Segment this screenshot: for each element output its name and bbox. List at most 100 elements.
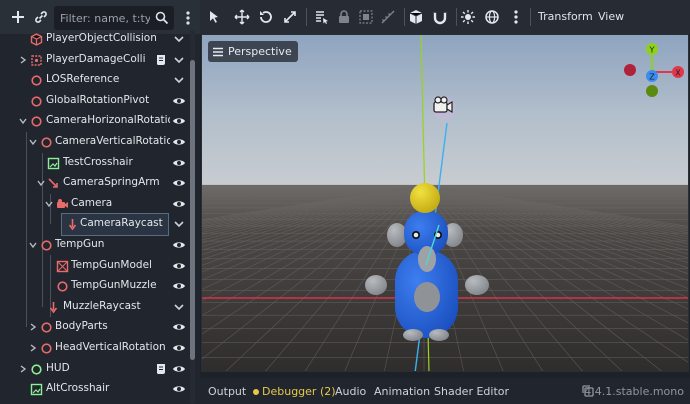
eye-icon[interactable] [172,114,186,128]
eye-icon[interactable] [172,320,186,334]
tree-node-player-object-collision[interactable]: PlayerObjectCollision [4,29,190,50]
transform-menu[interactable]: Transform [538,10,593,23]
node3d-icon [41,343,52,354]
snap-button[interactable] [430,7,450,27]
expand-arrow-icon[interactable] [28,343,38,353]
collapse-arrow-icon[interactable] [36,178,46,188]
raycast-icon [49,301,58,314]
3d-viewport[interactable]: Y X Z Perspective [201,34,689,372]
scale-mode-button[interactable] [280,7,300,27]
debugger-status-dot [253,389,259,395]
tree-node-label: AltCrosshair [46,382,110,395]
ruler-button[interactable] [378,7,398,27]
expand-arrow-icon[interactable] [18,364,28,374]
filter-input[interactable] [54,11,150,25]
eye-icon[interactable] [172,94,186,108]
eye-icon[interactable] [172,279,186,293]
eye-icon[interactable] [172,238,186,252]
tree-node-label: TempGunModel [71,258,152,271]
group-button[interactable] [356,7,376,27]
mesh-instance-icon [56,260,69,272]
script-icon[interactable] [154,362,168,376]
move-mode-button[interactable] [232,7,252,27]
filter-box [54,6,174,30]
control-node-icon [31,363,42,375]
tree-node-global-rotation-pivot[interactable]: GlobalRotationPivot [4,91,190,112]
tree-node-label: Camera [71,196,113,209]
collapse-arrow-icon[interactable] [44,199,54,209]
perspective-menu-button[interactable]: Perspective [208,41,298,62]
eye-icon[interactable] [172,362,186,376]
instantiate-scene-button[interactable] [30,6,52,28]
tab-audio[interactable]: Audio [335,385,366,398]
view-menu[interactable]: View [598,10,624,23]
eye-icon[interactable] [172,259,186,273]
tree-scrollbar[interactable] [190,30,195,404]
eye-icon[interactable] [172,176,186,190]
expand-arrow-icon[interactable] [18,55,28,65]
tree-node-muzzle-raycast[interactable]: MuzzleRaycast [4,297,190,318]
select-mode-button[interactable] [204,7,224,27]
eye-icon[interactable] [172,197,186,211]
rotate-mode-button[interactable] [256,7,276,27]
eye-icon[interactable] [172,341,186,355]
cursor-icon [210,11,218,23]
tree-scrollbar-thumb[interactable] [190,60,195,360]
sun-icon [461,10,475,24]
ruler-icon [381,10,395,24]
tree-node-alt-crosshair[interactable]: AltCrosshair [4,379,190,400]
script-icon[interactable] [154,53,168,67]
chevron-down-icon[interactable] [172,53,186,67]
gizmo-negative-y-handle[interactable] [646,85,658,97]
tree-node-hud[interactable]: HUD [4,359,190,380]
search-icon[interactable] [154,10,170,26]
tree-node-head-vertical-rotation[interactable]: HeadVerticalRotation [4,338,190,359]
texture-rect-icon [30,383,43,396]
expand-arrow-icon[interactable] [28,322,38,332]
more-options-icon[interactable] [180,9,196,27]
tab-output[interactable]: Output [208,385,246,398]
tree-node-los-reference[interactable]: LOSReference [4,70,190,91]
add-node-button[interactable] [7,6,29,28]
chevron-down-icon[interactable] [172,300,186,314]
tree-node-camera-raycast[interactable]: CameraRaycast [61,213,169,236]
tree-node-camera-vertical-rotation[interactable]: CameraVerticalRotatio [4,132,190,153]
tree-node-temp-gun[interactable]: TempGun [4,235,190,256]
preview-menu-button[interactable] [506,7,526,27]
snap-object-button[interactable] [406,7,426,27]
eye-icon[interactable] [172,382,186,396]
eye-icon[interactable] [172,135,186,149]
camera-gizmo-icon[interactable] [432,96,456,120]
scale-icon [284,11,296,23]
globe-icon [485,10,499,24]
collapse-arrow-icon[interactable] [18,116,28,126]
tree-node-camera[interactable]: Camera [4,194,190,215]
list-select-button[interactable] [312,7,332,27]
tree-node-temp-gun-model[interactable]: TempGunModel [4,256,190,277]
chevron-down-icon[interactable] [172,217,186,231]
sun-toggle-button[interactable] [458,7,478,27]
tree-node-body-parts[interactable]: BodyParts [4,317,190,338]
tree-node-label: TestCrosshair [63,155,133,168]
toolbar-separator [456,8,457,26]
eye-icon[interactable] [172,156,186,170]
tab-debugger[interactable]: Debugger (2) [262,385,336,398]
tree-node-camera-horizontal-rotation[interactable]: CameraHorizonalRotatio [4,111,190,132]
collapse-arrow-icon[interactable] [28,137,38,147]
tree-node-camera-spring-arm[interactable]: CameraSpringArm [4,173,190,194]
tab-shader-editor[interactable]: Shader Editor [434,385,509,398]
collapse-arrow-icon[interactable] [28,240,38,250]
gizmo-negative-x-handle[interactable] [624,64,636,76]
toolbar-separator [530,8,531,26]
environment-toggle-button[interactable] [482,7,502,27]
tree-node-player-damage-collision[interactable]: PlayerDamageCollisi [4,50,190,71]
chevron-down-icon[interactable] [172,32,186,46]
tree-node-temp-gun-muzzle[interactable]: TempGunMuzzle [4,276,190,297]
node3d-icon [31,96,42,107]
tab-animation[interactable]: Animation [374,385,430,398]
node3d-icon [31,116,42,127]
lock-button[interactable] [334,7,354,27]
tree-node-test-crosshair[interactable]: TestCrosshair [4,153,190,174]
texture-rect-icon [47,157,60,169]
chevron-down-icon[interactable] [172,73,186,87]
